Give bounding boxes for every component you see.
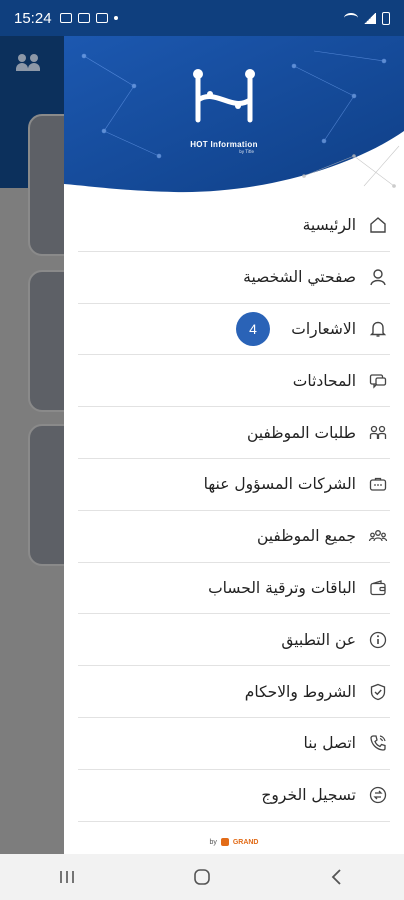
mail-icon xyxy=(77,13,90,23)
recent-apps-icon xyxy=(60,871,75,883)
logo-icon xyxy=(193,69,255,123)
notification-icons xyxy=(59,13,118,23)
mail-icon xyxy=(95,13,108,23)
menu-item-about[interactable]: عن التطبيق xyxy=(78,614,390,667)
signal-icon xyxy=(364,12,376,24)
menu-item-companies[interactable]: الشركات المسؤول عنها xyxy=(78,459,390,511)
menu-item-logout[interactable]: تسجيل الخروج xyxy=(78,770,390,822)
menu-item-contact[interactable]: اتصل بنا xyxy=(78,718,390,770)
menu-item-label: الشروط والاحكام xyxy=(244,682,356,701)
menu-item-label: تسجيل الخروج xyxy=(261,786,356,805)
app-logo: HOT Information by Title xyxy=(176,64,272,154)
back-chevron-icon xyxy=(331,869,341,885)
logo-subtitle: by Title xyxy=(239,149,254,154)
menu-item-terms[interactable]: الشروط والاحكام xyxy=(78,666,390,718)
briefcase-icon xyxy=(366,472,390,496)
logout-icon xyxy=(366,783,390,807)
menu-item-label: الباقات وترقية الحساب xyxy=(208,578,356,597)
menu-item-label: صفحتي الشخصية xyxy=(243,268,356,287)
menu-item-employee-requests[interactable]: طلبات الموظفين xyxy=(78,407,390,459)
home-icon xyxy=(366,213,390,237)
menu-item-label: المحادثات xyxy=(292,371,356,390)
user-icon xyxy=(366,265,390,289)
shield-check-icon xyxy=(366,680,390,704)
menu-item-packages[interactable]: الباقات وترقية الحساب xyxy=(78,563,390,615)
navigation-drawer: HOT Information by Title الرئيسية صفحتي … xyxy=(64,36,404,854)
status-time: 15:24 xyxy=(14,9,52,27)
menu-item-label: الرئيسية xyxy=(302,216,356,235)
notification-count-badge: 4 xyxy=(236,311,270,346)
drawer-header: HOT Information by Title xyxy=(64,36,404,196)
back-button[interactable] xyxy=(307,854,367,900)
menu-item-label: الاشعارات xyxy=(291,319,356,338)
home-button[interactable] xyxy=(172,854,232,900)
wifi-icon xyxy=(344,13,358,23)
footer-by: by xyxy=(209,838,217,846)
menu-item-label: اتصل بنا xyxy=(303,734,356,753)
users-icon xyxy=(16,52,42,72)
wallet-icon xyxy=(366,576,390,600)
battery-icon xyxy=(382,11,390,25)
footer-brand-name: GRAND xyxy=(232,838,259,846)
menu-item-profile[interactable]: صفحتي الشخصية xyxy=(78,252,390,304)
recent-apps-button[interactable] xyxy=(37,854,97,900)
menu-item-all-employees[interactable]: جميع الموظفين xyxy=(78,511,390,563)
menu-item-label: طلبات الموظفين xyxy=(246,423,356,442)
people-icon xyxy=(366,421,390,445)
system-nav-bar xyxy=(0,854,404,900)
info-icon xyxy=(366,628,390,652)
group-icon xyxy=(366,524,390,548)
menu-item-notifications[interactable]: 4 الاشعارات xyxy=(78,304,390,356)
menu-item-chats[interactable]: المحادثات xyxy=(78,355,390,408)
phone-icon xyxy=(366,731,390,755)
bell-icon xyxy=(366,317,390,341)
brand-logo-icon xyxy=(220,838,229,846)
drawer-menu: الرئيسية صفحتي الشخصية 4 الاشعارات المحا… xyxy=(78,200,390,822)
menu-item-label: عن التطبيق xyxy=(281,630,356,649)
status-bar: 15:24 xyxy=(0,0,404,36)
home-circle-icon xyxy=(194,869,210,885)
menu-item-home[interactable]: الرئيسية xyxy=(78,200,390,252)
more-dot-icon xyxy=(113,16,118,20)
logo-title: HOT Information xyxy=(190,140,258,149)
footer-brand: by GRAND xyxy=(64,838,404,846)
chat-icon xyxy=(366,369,390,393)
menu-item-label: الشركات المسؤول عنها xyxy=(203,475,356,494)
gallery-icon xyxy=(59,13,72,23)
menu-item-label: جميع الموظفين xyxy=(256,527,356,546)
